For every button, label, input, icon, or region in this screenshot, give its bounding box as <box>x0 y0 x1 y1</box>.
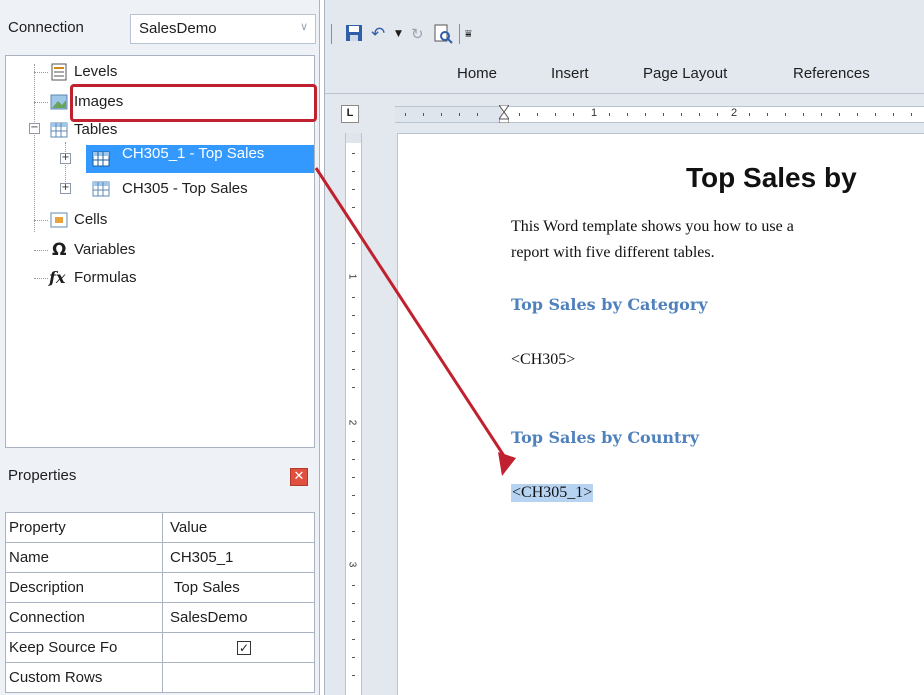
ribbon-divider <box>325 93 924 94</box>
property-name: Custom Rows <box>5 663 163 693</box>
table-placeholder-ch305: <CH305> <box>511 351 576 368</box>
horizontal-ruler[interactable]: 1 2 <box>395 105 924 123</box>
tree-item-label: Levels <box>74 63 118 80</box>
expand-ch305-1-toggle[interactable]: + <box>60 153 71 164</box>
tab-selector-button[interactable]: L <box>341 105 359 123</box>
connection-label: Connection <box>8 19 84 36</box>
levels-icon <box>50 63 68 81</box>
tree-item-ch305-1[interactable]: CH305_1 - Top Sales <box>86 145 314 173</box>
chevron-down-icon: ∨ <box>299 21 308 33</box>
tree-item-label: CH305 - Top Sales <box>122 180 248 197</box>
document-page[interactable]: Top Sales by This Word template shows yo… <box>397 133 924 695</box>
ruler-number: 1 <box>591 107 598 119</box>
property-row-name[interactable]: Name CH305_1 <box>5 543 315 573</box>
document-title: Top Sales by <box>686 162 857 193</box>
quick-access-toolbar: ↶ ▼ ↻ ⩸ <box>325 20 924 48</box>
print-preview-icon[interactable] <box>433 24 453 44</box>
template-explorer-pane: Connection SalesDemo ∨ Levels Images − T… <box>0 0 320 695</box>
ruler-number: 2 <box>346 419 358 426</box>
properties-header-row: Property Value <box>5 513 315 543</box>
properties-header-value: Value <box>163 513 315 543</box>
property-value[interactable]: CH305_1 <box>163 543 315 573</box>
tree-item-label: Variables <box>74 241 136 258</box>
tab-insert[interactable]: Insert <box>551 65 589 82</box>
ruler-number: 1 <box>346 273 358 280</box>
tab-home[interactable]: Home <box>457 65 497 82</box>
selection-highlight-outline <box>70 84 317 122</box>
images-icon <box>50 93 68 111</box>
document-intro: This Word template shows you how to use … <box>511 214 924 266</box>
vertical-ruler[interactable]: 1 2 3 <box>345 133 362 695</box>
property-row-custom-rows[interactable]: Custom Rows <box>5 663 315 693</box>
connection-select[interactable]: SalesDemo ∨ <box>130 14 316 44</box>
intro-line: report with five different tables. <box>511 244 715 261</box>
save-icon[interactable] <box>345 24 363 44</box>
omega-icon: Ω <box>52 240 67 260</box>
ruler-left-margin <box>395 107 502 122</box>
tree-item-label: Formulas <box>74 269 137 286</box>
property-name: Connection <box>5 603 163 633</box>
properties-title: Properties <box>8 467 77 484</box>
fx-icon: fx <box>49 268 66 287</box>
collapse-tables-toggle[interactable]: − <box>29 123 40 134</box>
properties-header-property: Property <box>5 513 163 543</box>
tab-page-layout[interactable]: Page Layout <box>643 65 727 82</box>
property-value[interactable]: Top Sales <box>163 573 315 603</box>
table-icon <box>92 150 110 168</box>
ribbon-tabs: Home Insert Page Layout References <box>325 60 924 88</box>
property-value[interactable]: SalesDemo <box>163 603 315 633</box>
indent-marker-icon[interactable] <box>499 105 509 123</box>
property-name: Name <box>5 543 163 573</box>
redo-icon[interactable]: ↻ <box>411 24 424 44</box>
property-name: Keep Source Fo <box>5 633 163 663</box>
property-value[interactable] <box>163 663 315 693</box>
undo-icon[interactable]: ↶ <box>371 24 385 44</box>
ruler-number: 3 <box>346 561 358 568</box>
heading-top-sales-by-category: Top Sales by Category <box>511 295 708 314</box>
property-name: Description <box>5 573 163 603</box>
tab-references[interactable]: References <box>793 65 870 82</box>
tree-item-label: CH305_1 - Top Sales <box>122 145 265 162</box>
heading-top-sales-by-country: Top Sales by Country <box>511 428 700 447</box>
property-value[interactable]: ✓ <box>163 633 315 663</box>
intro-line: This Word template shows you how to use … <box>511 218 794 235</box>
cells-icon <box>50 211 68 229</box>
table-icon <box>92 180 110 198</box>
word-document-window: ↶ ▼ ↻ ⩸ Home Insert Page Layout Referenc… <box>324 0 924 695</box>
table-icon <box>50 121 68 139</box>
property-row-connection[interactable]: Connection SalesDemo <box>5 603 315 633</box>
properties-grid: Property Value Name CH305_1 Description … <box>5 512 315 693</box>
expand-ch305-toggle[interactable]: + <box>60 183 71 194</box>
connection-select-value: SalesDemo <box>139 20 217 37</box>
property-row-description[interactable]: Description Top Sales <box>5 573 315 603</box>
ruler-number: 2 <box>731 107 738 119</box>
table-placeholder-ch305-1: <CH305_1> <box>511 484 594 502</box>
connection-bar: Connection SalesDemo ∨ <box>0 10 320 50</box>
keep-source-format-checkbox[interactable]: ✓ <box>237 641 251 655</box>
ruler-top-margin <box>346 133 361 143</box>
property-row-keep-source-format[interactable]: Keep Source Fo ✓ <box>5 633 315 663</box>
close-icon[interactable]: ✕ <box>290 468 308 486</box>
undo-dropdown-icon[interactable]: ▼ <box>395 24 402 44</box>
tree-item-label: Cells <box>74 211 108 228</box>
customize-toolbar-icon[interactable]: ⩸ <box>465 24 472 44</box>
